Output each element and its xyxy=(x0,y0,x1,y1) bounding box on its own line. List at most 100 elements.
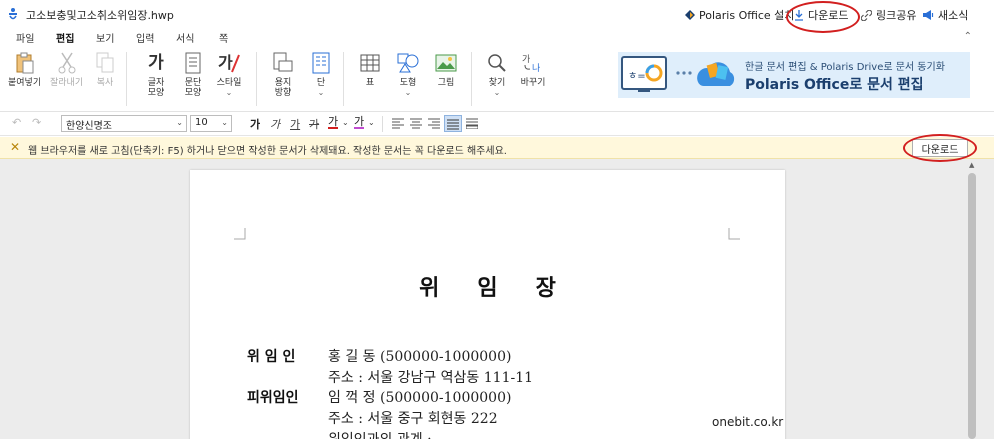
highlight-color-icon[interactable]: 가 xyxy=(354,116,365,129)
underline-icon[interactable]: 가 xyxy=(290,116,300,132)
chevron-down-icon[interactable]: ⌄ xyxy=(368,118,375,127)
document-page[interactable]: 위임장 위 임 인 홍 길 동 (500000-1000000) 주소 : 서울… xyxy=(190,170,785,439)
align-left-icon[interactable] xyxy=(392,118,404,129)
install-label: Polaris Office 설치 xyxy=(699,9,795,22)
style-button[interactable]: 가 스타일 ⌄ xyxy=(216,50,242,98)
annotation-circle xyxy=(786,1,860,33)
link-icon xyxy=(861,9,872,21)
picture-icon xyxy=(435,54,457,72)
annotation-circle xyxy=(903,134,977,162)
redo-icon[interactable]: ↷ xyxy=(32,116,41,129)
para-shape-button[interactable]: 문단 모양 xyxy=(180,50,206,98)
table-button[interactable]: 표 xyxy=(357,50,383,88)
scrollbar-thumb[interactable] xyxy=(968,173,976,439)
notice-message: 웹 브라우저를 새로 고침(단축키: F5) 하거나 닫으면 작성한 문서가 삭… xyxy=(28,146,507,157)
find-label: 찾기 xyxy=(488,78,506,88)
replace-label: 바꾸기 xyxy=(520,78,546,88)
shape-button[interactable]: 도형 ⌄ xyxy=(395,50,421,98)
font-size-select[interactable]: 10 ⌄ xyxy=(190,115,232,132)
picture-label: 그림 xyxy=(437,78,455,88)
collapse-ribbon-icon[interactable]: ⌃ xyxy=(964,31,972,42)
replace-button[interactable]: 가 나 바꾸기 xyxy=(520,50,546,88)
char-shape-label-1: 글자 xyxy=(147,78,165,88)
columns-button[interactable]: 단 ⌄ xyxy=(308,50,334,98)
font-size-value: 10 xyxy=(195,117,208,128)
copy-button[interactable]: 복사 xyxy=(92,50,118,88)
bold-icon[interactable]: 가 xyxy=(250,116,260,132)
shape-label: 도형 xyxy=(399,78,417,88)
char-shape-button[interactable]: 가 글자 모양 xyxy=(143,50,169,99)
search-icon xyxy=(488,54,506,72)
margin-corner-mark xyxy=(234,228,246,240)
chevron-down-icon: ⌄ xyxy=(317,88,325,97)
tab-file[interactable]: 파일 xyxy=(16,30,34,45)
format-divider xyxy=(382,116,383,132)
align-justify-icon xyxy=(447,119,459,130)
ribbon-divider xyxy=(126,52,127,106)
app-window: 고소보충및고소취소위임장.hwp ⌄ Polaris Office 설치 다운로… xyxy=(0,0,994,439)
font-family-value: 한양신명조 xyxy=(66,121,112,132)
paste-button[interactable]: 붙여넣기 xyxy=(8,50,41,88)
polaris-promo-banner[interactable]: ㅎ= 한글 문서 편집 & Polaris Drive로 문서 동기화 Pola… xyxy=(618,52,970,98)
menu-tabs: 파일 편집 보기 입력 서식 쪽 ⌃ xyxy=(0,28,994,48)
ribbon-divider xyxy=(471,52,472,106)
install-polaris-button[interactable]: Polaris Office 설치 xyxy=(685,7,794,23)
cut-button[interactable]: 잘라내기 xyxy=(50,50,83,88)
chevron-down-icon: ⌄ xyxy=(221,118,228,127)
align-justify-active[interactable] xyxy=(444,115,462,132)
tab-insert[interactable]: 입력 xyxy=(136,30,154,45)
banner-line-1: 한글 문서 편집 & Polaris Drive로 문서 동기화 xyxy=(745,62,945,73)
watermark-text: onebit.co.kr xyxy=(712,415,784,429)
font-family-select[interactable]: 한양신명조 ⌄ xyxy=(61,115,187,132)
ribbon-toolbar: 붙여넣기 잘라내기 복사 가 글자 모양 문단 모양 가 스타일 ⌄ 용지 방향… xyxy=(0,46,994,112)
chevron-down-icon[interactable]: ⌄ xyxy=(150,8,158,18)
align-right-icon[interactable] xyxy=(428,118,440,129)
cut-label: 잘라내기 xyxy=(50,78,84,88)
paper-dir-label-1: 용지 xyxy=(274,78,292,88)
news-button[interactable]: 새소식 xyxy=(922,7,968,23)
svg-text:가: 가 xyxy=(522,54,530,65)
paste-icon xyxy=(16,52,34,74)
tab-page[interactable]: 쪽 xyxy=(219,30,228,45)
delegator-label: 위 임 인 xyxy=(247,349,296,365)
close-icon[interactable]: ✕ xyxy=(10,140,20,154)
shapes-icon xyxy=(397,53,419,73)
tab-format[interactable]: 서식 xyxy=(176,30,194,45)
align-center-icon[interactable] xyxy=(410,118,422,129)
picture-button[interactable]: 그림 xyxy=(433,50,459,88)
strikethrough-icon[interactable]: 가 xyxy=(309,116,319,132)
paste-label: 붙여넣기 xyxy=(8,78,42,88)
relation-field: 위임인과의 관계 : xyxy=(328,429,432,439)
share-link-button[interactable]: 링크공유 xyxy=(861,7,916,23)
news-label: 새소식 xyxy=(938,9,969,22)
italic-icon[interactable]: 가 xyxy=(270,116,280,132)
promo-illustration-icon: ㅎ= xyxy=(621,56,735,92)
ribbon-divider xyxy=(343,52,344,106)
chevron-down-icon: ⌄ xyxy=(225,88,233,97)
hwp-file-icon xyxy=(9,8,17,20)
scissors-icon xyxy=(58,52,76,74)
format-toolbar: ↶ ↷ 한양신명조 ⌄ 10 ⌄ 가 가 가 가 가 ⌄ 가 ⌄ xyxy=(0,112,994,136)
share-link-label: 링크공유 xyxy=(876,9,917,22)
banner-line-2: Polaris Office로 문서 편집 xyxy=(745,77,924,93)
para-shape-label-1: 문단 xyxy=(184,78,202,88)
font-color-icon[interactable]: 가 xyxy=(328,116,339,129)
char-shape-icon: 가 xyxy=(148,53,164,73)
svg-text:나: 나 xyxy=(532,63,540,73)
find-button[interactable]: 찾기 ⌄ xyxy=(484,50,510,98)
style-brush-icon: 가 xyxy=(218,53,240,73)
scroll-up-icon[interactable]: ▲ xyxy=(969,161,974,169)
document-workspace: 위임장 위 임 인 홍 길 동 (500000-1000000) 주소 : 서울… xyxy=(0,159,994,439)
undo-icon[interactable]: ↶ xyxy=(12,116,21,129)
delegatee-address: 주소 : 서울 중구 회현동 222 xyxy=(328,411,498,427)
polaris-logo-icon xyxy=(685,10,695,20)
style-label: 스타일 xyxy=(216,78,242,88)
copy-label: 복사 xyxy=(96,78,114,88)
document-title: 위임장 xyxy=(419,275,594,301)
paper-direction-button[interactable]: 용지 방향 xyxy=(270,50,296,98)
align-distribute-icon[interactable] xyxy=(466,118,478,129)
tab-view[interactable]: 보기 xyxy=(96,30,114,45)
copy-icon xyxy=(96,52,114,73)
delegator-address: 주소 : 서울 강남구 역삼동 111-11 xyxy=(328,370,534,386)
chevron-down-icon[interactable]: ⌄ xyxy=(342,118,349,127)
